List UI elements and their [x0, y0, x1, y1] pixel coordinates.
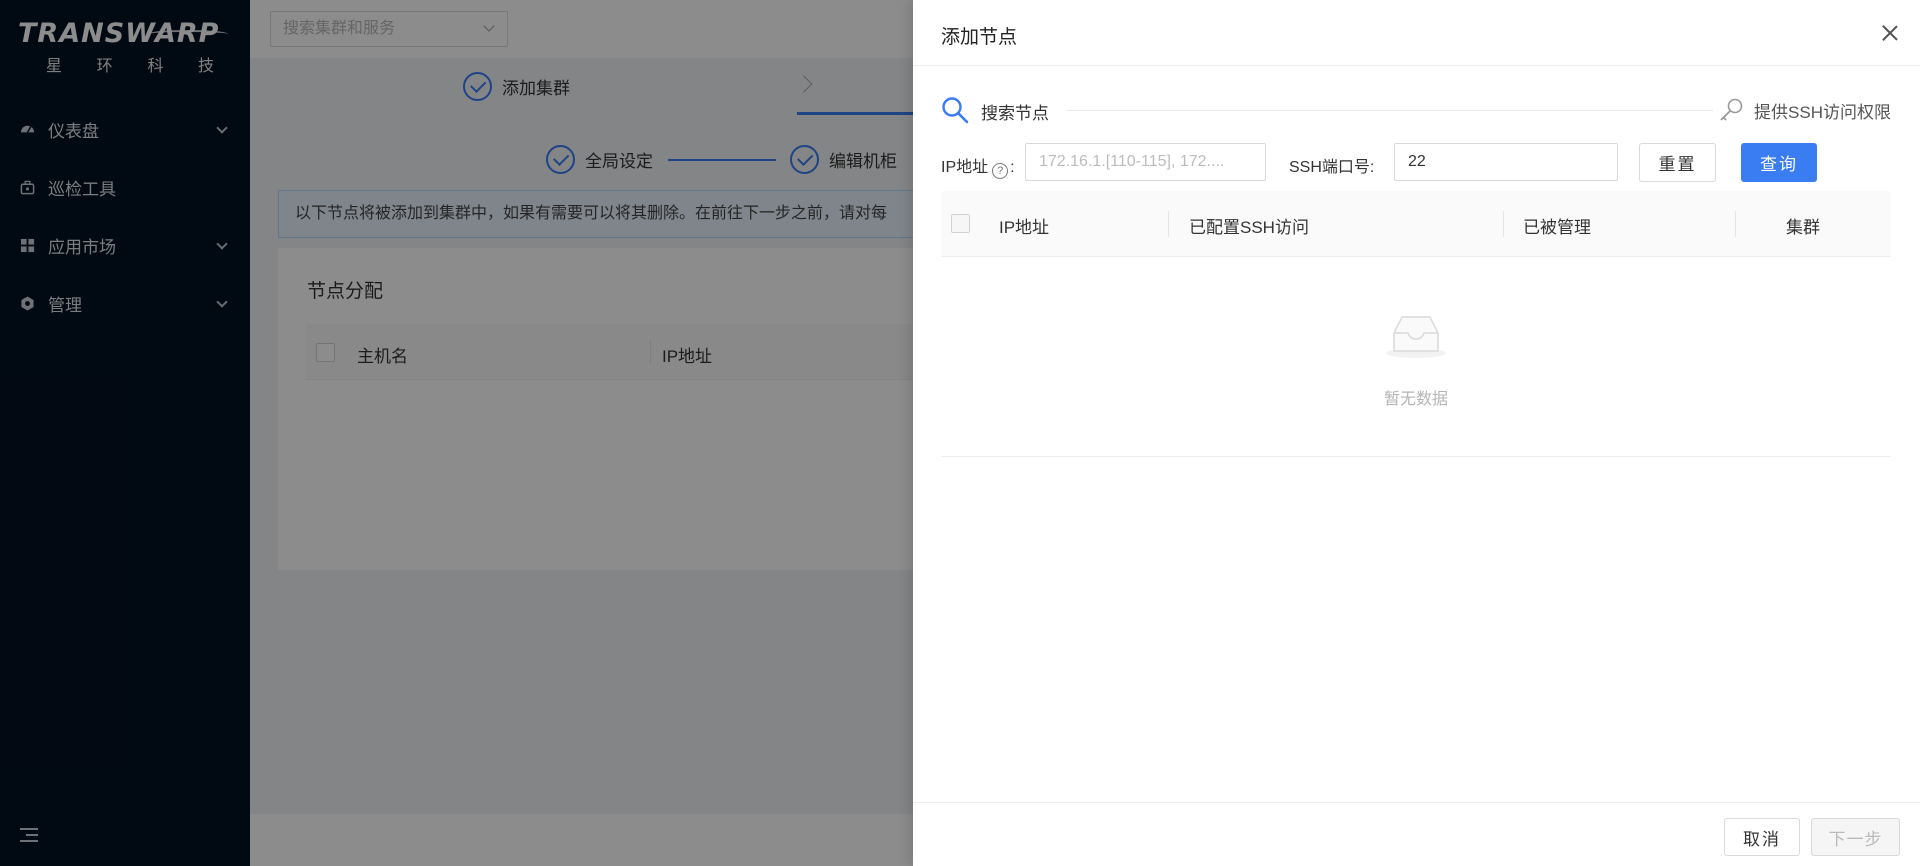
search-nodes-label: 搜索节点 [981, 104, 1049, 123]
search-icon [942, 97, 969, 124]
empty-inbox-icon [1386, 316, 1446, 358]
reset-button[interactable]: 重置 [1639, 143, 1716, 182]
provide-ssh-access-link[interactable]: 提供SSH访问权限 [1718, 97, 1891, 123]
empty-state: 暂无数据 [941, 257, 1891, 457]
column-header-managed: 已被管理 [1523, 218, 1591, 237]
table-header: IP地址 已配置SSH访问 已被管理 集群 [941, 191, 1891, 257]
close-icon[interactable] [1882, 25, 1898, 41]
drawer-footer: 取消 下一步 [913, 802, 1920, 866]
query-button[interactable]: 查询 [1741, 143, 1817, 182]
column-header-cluster: 集群 [1786, 218, 1820, 237]
question-circle-icon[interactable]: ? [992, 163, 1009, 179]
key-icon [1720, 98, 1743, 121]
modal-overlay[interactable] [0, 0, 913, 866]
select-all-checkbox[interactable] [951, 214, 970, 233]
column-divider [1503, 211, 1504, 237]
cancel-button[interactable]: 取消 [1724, 818, 1800, 856]
drawer-title: 添加节点 [941, 27, 1018, 48]
add-node-drawer: 添加节点 搜索节点 提供SSH访问权限 IP地址?: SSH端口号: 重置 查询 [913, 0, 1920, 866]
column-divider [1168, 211, 1169, 237]
empty-text: 暂无数据 [1383, 391, 1448, 408]
column-header-ip: IP地址 [999, 218, 1050, 237]
node-filter-form: IP地址?: SSH端口号: 重置 查询 [941, 143, 1891, 183]
divider [1067, 110, 1713, 111]
search-nodes-section: 搜索节点 提供SSH访问权限 [941, 94, 1891, 124]
ssh-port-input[interactable] [1394, 143, 1618, 181]
ip-address-input[interactable] [1025, 143, 1266, 181]
ip-field-label: IP地址?: [941, 159, 1015, 179]
ssh-link-label: 提供SSH访问权限 [1754, 102, 1891, 122]
column-header-ssh-configured: 已配置SSH访问 [1189, 218, 1309, 237]
drawer-header: 添加节点 [913, 0, 1920, 66]
nodes-table: IP地址 已配置SSH访问 已被管理 集群 暂无数据 [941, 191, 1891, 457]
next-step-button[interactable]: 下一步 [1811, 818, 1900, 856]
ssh-port-label: SSH端口号: [1289, 159, 1375, 176]
column-divider [1735, 211, 1736, 237]
